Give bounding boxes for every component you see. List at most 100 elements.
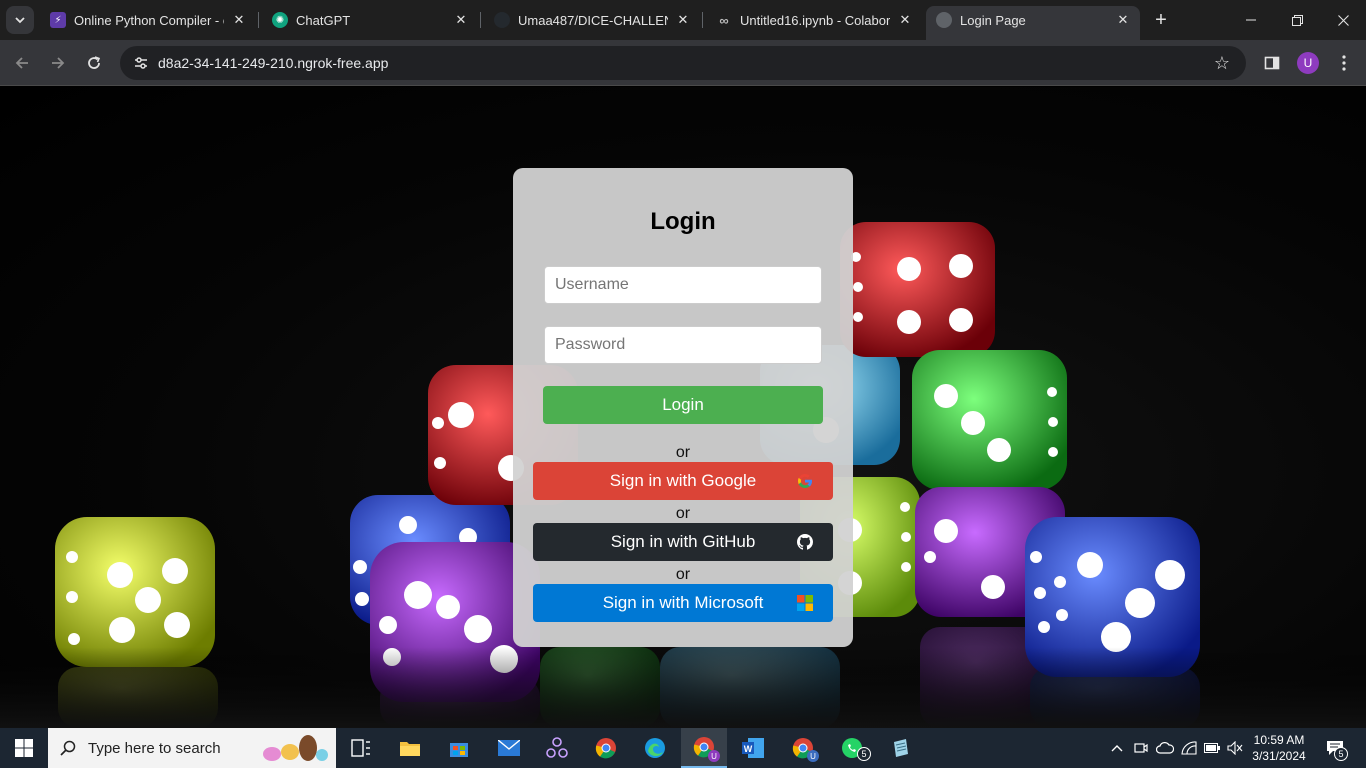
or-separator: or <box>675 505 691 522</box>
svg-text:W: W <box>744 744 753 754</box>
volume-button[interactable] <box>1224 728 1246 768</box>
username-input[interactable] <box>544 266 822 304</box>
forward-button[interactable] <box>44 49 72 77</box>
google-icon <box>798 474 812 488</box>
windows-taskbar: Type here to search U W U 5 10:59 AM 3/3… <box>0 728 1366 768</box>
notification-count-badge: 5 <box>1334 747 1348 761</box>
taskbar-clock[interactable]: 10:59 AM 3/31/2024 <box>1246 732 1312 764</box>
battery-icon <box>1204 743 1220 753</box>
chrome-button[interactable] <box>583 728 629 768</box>
search-icon <box>48 740 88 756</box>
speaker-muted-icon <box>1227 741 1243 755</box>
wifi-icon <box>1181 741 1197 755</box>
tab-title: Umaa487/DICE-CHALLENGE <box>518 12 668 28</box>
clock-time: 10:59 AM <box>1253 733 1305 747</box>
tab-separator <box>480 12 481 28</box>
notepad-button[interactable] <box>878 728 924 768</box>
folder-icon <box>400 742 420 756</box>
task-view-icon <box>351 739 370 757</box>
login-button-label: Login <box>662 395 704 414</box>
google-signin-button[interactable]: Sign in with Google <box>533 462 833 500</box>
close-icon[interactable]: ✕ <box>452 11 470 29</box>
new-tab-button[interactable]: + <box>1149 8 1173 32</box>
tab-chatgpt[interactable]: ✺ ChatGPT ✕ <box>262 6 478 34</box>
login-title: Login <box>650 208 716 235</box>
clock-date: 3/31/2024 <box>1252 749 1306 763</box>
close-icon[interactable]: ✕ <box>230 11 248 29</box>
onedrive-button[interactable] <box>1154 728 1176 768</box>
microsoft-signin-button[interactable]: Sign in with Microsoft <box>533 584 833 622</box>
tab-github[interactable]: Umaa487/DICE-CHALLENGE ✕ <box>484 6 700 34</box>
mail-button[interactable] <box>486 728 532 768</box>
restore-icon <box>1291 14 1303 26</box>
page-viewport: Login Login or Sign in with Google or Si… <box>0 87 1366 728</box>
chevron-down-icon <box>15 17 25 24</box>
url-text[interactable]: d8a2-34-141-249-210.ngrok-free.app <box>158 55 1208 71</box>
tab-strip: ⚡ Online Python Compiler - on ✕ ✺ ChatGP… <box>0 0 1366 40</box>
network-button[interactable] <box>1178 728 1200 768</box>
chatgpt-icon: ✺ <box>272 12 288 28</box>
microsoft-icon <box>797 595 813 611</box>
tab-online-python[interactable]: ⚡ Online Python Compiler - on ✕ <box>40 6 256 34</box>
github-signin-label: Sign in with GitHub <box>610 532 756 551</box>
menu-button[interactable] <box>1330 49 1358 77</box>
edge-button[interactable] <box>632 728 678 768</box>
login-button[interactable]: Login <box>543 386 823 424</box>
meet-now-button[interactable] <box>1130 728 1152 768</box>
task-view-button[interactable] <box>338 728 384 768</box>
side-panel-button[interactable] <box>1258 49 1286 77</box>
tab-search-button[interactable] <box>6 6 34 34</box>
search-placeholder: Type here to search <box>88 739 221 757</box>
back-button[interactable] <box>8 49 36 77</box>
arrow-left-icon <box>15 57 28 69</box>
address-bar[interactable]: d8a2-34-141-249-210.ngrok-free.app ☆ <box>120 46 1246 80</box>
close-icon <box>1337 14 1349 26</box>
word-button[interactable]: W <box>730 728 776 768</box>
tab-login-page[interactable]: Login Page ✕ <box>926 6 1140 40</box>
close-icon[interactable]: ✕ <box>674 11 692 29</box>
kebab-menu-icon <box>1342 55 1346 71</box>
github-signin-button[interactable]: Sign in with GitHub <box>533 523 833 561</box>
notification-center-button[interactable]: 5 <box>1320 728 1350 768</box>
mail-icon <box>498 740 520 756</box>
cloud-icon <box>1156 742 1174 754</box>
file-explorer-button[interactable] <box>387 728 433 768</box>
battery-button[interactable] <box>1201 728 1223 768</box>
microsoft-signin-label: Sign in with Microsoft <box>602 593 764 612</box>
microsoft-store-button[interactable] <box>436 728 482 768</box>
close-icon[interactable]: ✕ <box>1114 11 1132 29</box>
copilot-app-button[interactable] <box>534 728 580 768</box>
restore-button[interactable] <box>1274 0 1320 40</box>
profile-badge: U <box>708 750 720 762</box>
minimize-button[interactable] <box>1228 0 1274 40</box>
reload-button[interactable] <box>80 49 108 77</box>
easter-decoration-icon <box>260 734 328 762</box>
start-button[interactable] <box>0 728 48 768</box>
password-input[interactable] <box>544 326 822 364</box>
profile-badge: U <box>807 750 819 762</box>
taskbar-search-box[interactable]: Type here to search <box>48 728 336 768</box>
lightning-icon: ⚡ <box>50 12 66 28</box>
chrome-icon <box>595 738 616 759</box>
close-icon[interactable]: ✕ <box>896 11 914 29</box>
chevron-up-icon <box>1111 745 1123 752</box>
show-hidden-icons-button[interactable] <box>1106 728 1128 768</box>
minimize-icon <box>1246 19 1256 21</box>
tab-separator <box>258 12 259 28</box>
or-separator: or <box>675 566 691 583</box>
chrome-profile-2-button[interactable]: U <box>780 728 826 768</box>
globe-icon <box>936 12 952 28</box>
tab-title: Login Page <box>960 12 1026 28</box>
close-window-button[interactable] <box>1320 0 1366 40</box>
tab-colab[interactable]: ∞ Untitled16.ipynb - Colaborat ✕ <box>706 6 922 34</box>
tab-title: ChatGPT <box>296 12 351 28</box>
google-signin-label: Sign in with Google <box>609 471 757 490</box>
site-info-icon[interactable] <box>130 52 152 74</box>
profile-avatar[interactable]: U <box>1297 52 1319 74</box>
chrome-profile-button[interactable]: U <box>681 728 727 768</box>
bookmark-star-icon[interactable]: ☆ <box>1208 49 1236 77</box>
notepad-icon <box>894 739 908 757</box>
tab-separator <box>702 12 703 28</box>
whatsapp-button[interactable]: 5 <box>829 728 875 768</box>
edge-icon <box>645 738 665 758</box>
